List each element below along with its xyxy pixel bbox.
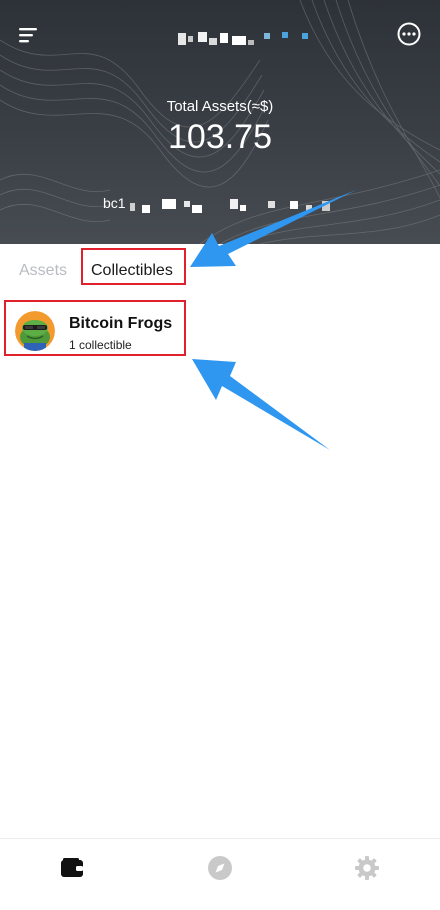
tab-assets[interactable]: Assets <box>19 262 67 280</box>
wallet-name-redacted <box>178 32 308 45</box>
address-redaction <box>130 199 330 213</box>
collectible-item-highlight <box>4 300 186 356</box>
collectibles-tab-highlight <box>81 248 186 285</box>
compass-icon[interactable] <box>207 855 233 881</box>
wallet-icon[interactable] <box>59 855 85 881</box>
wallet-header: Total Assets(≈$) 103.75 bc1 <box>0 0 440 244</box>
total-assets-label: Total Assets(≈$) <box>166 98 274 115</box>
total-assets-value: 103.75 <box>168 118 272 156</box>
more-options-icon[interactable] <box>396 21 422 47</box>
menu-icon[interactable] <box>14 20 44 50</box>
wallet-address[interactable]: bc1 <box>103 195 126 211</box>
arrow-to-collectible-item <box>192 359 330 450</box>
gear-icon[interactable] <box>354 855 380 881</box>
